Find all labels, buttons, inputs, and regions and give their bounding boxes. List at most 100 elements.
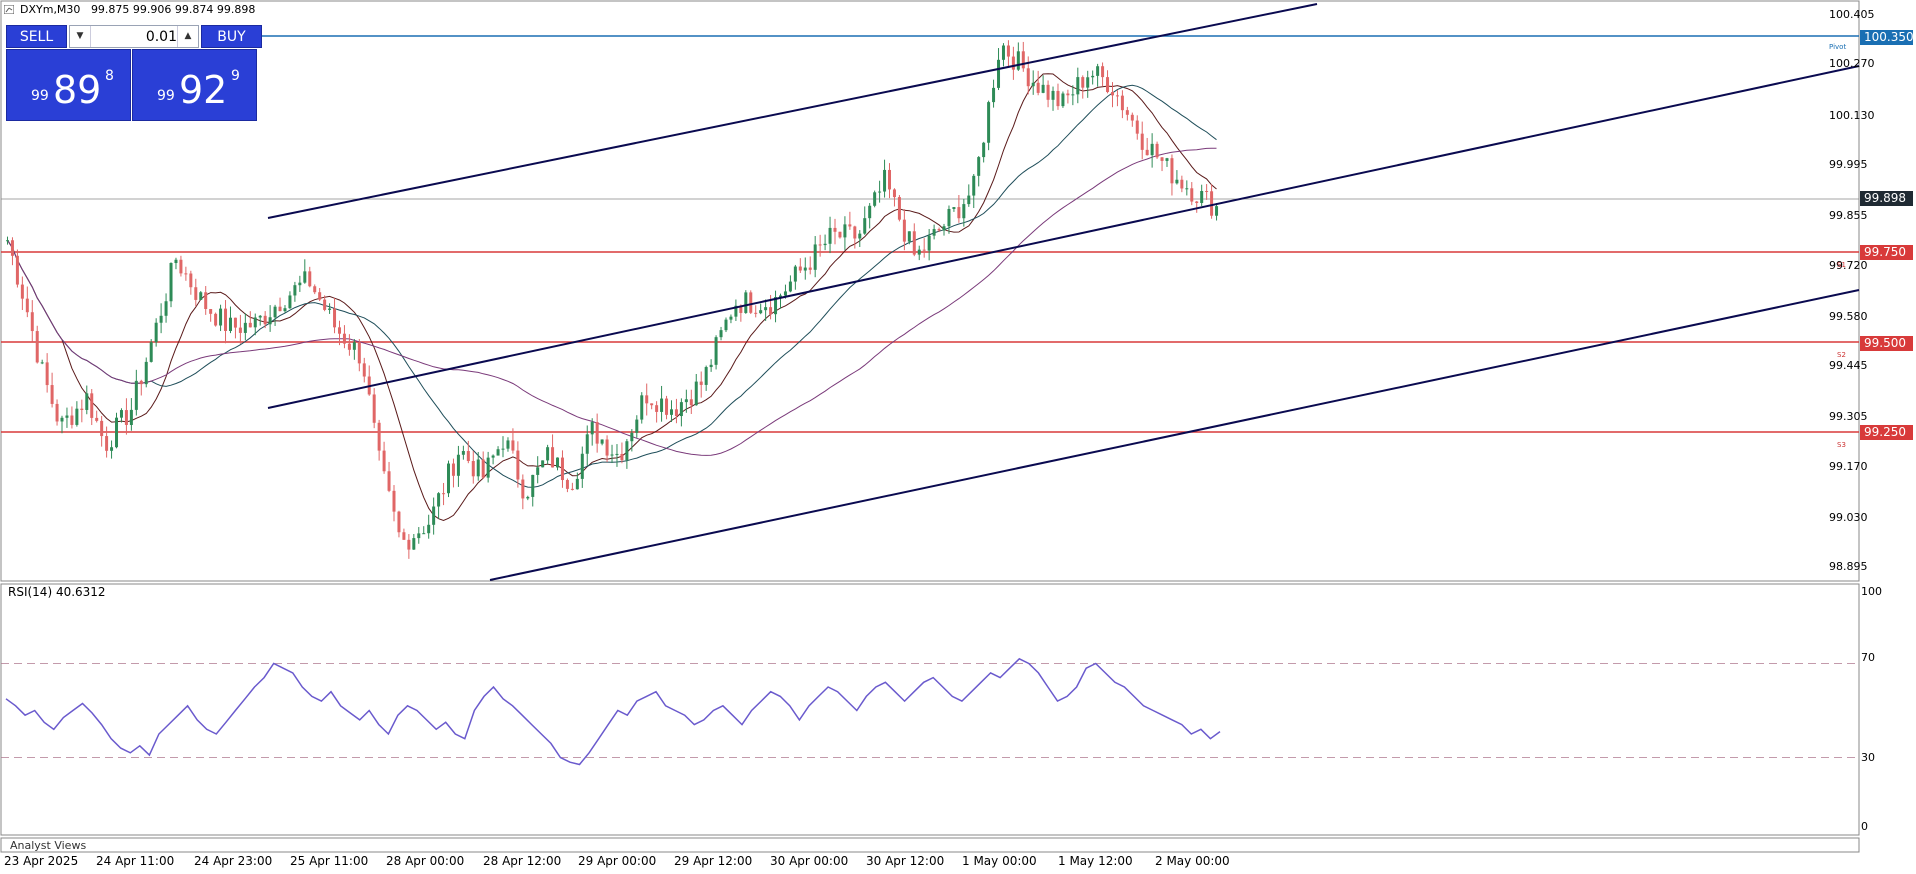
candle-body — [595, 422, 599, 444]
candle-body — [967, 195, 971, 205]
candle-body — [501, 448, 505, 450]
candle-body — [214, 313, 218, 326]
candle-body — [253, 317, 257, 328]
ma-slow-line — [7, 147, 1217, 456]
candle-body — [1165, 158, 1169, 161]
candle-body — [679, 402, 683, 417]
candle-body — [105, 436, 109, 451]
buy-price-button[interactable]: 99 92 9 — [132, 49, 257, 121]
candle-body — [1061, 93, 1065, 107]
candle-body — [179, 259, 183, 274]
sell-price-big: 89 — [53, 68, 102, 112]
candle-body — [942, 226, 946, 231]
sell-price-button[interactable]: 99 89 8 — [6, 49, 131, 121]
candle-body — [541, 460, 545, 468]
candle-body — [387, 471, 391, 491]
pivot-price-tag: 100.350 — [1860, 30, 1914, 45]
level-tag-s2: S2 — [1837, 351, 1846, 359]
level-tag-s3: S3 — [1837, 441, 1846, 449]
candle-body — [798, 266, 802, 271]
channel-lower-line — [489, 289, 1860, 581]
lot-increase-icon[interactable]: ▲ — [177, 26, 198, 47]
candle-body — [169, 263, 173, 302]
candle-body — [189, 273, 193, 288]
time-tick-label: 24 Apr 23:00 — [194, 854, 273, 868]
candle-body — [838, 231, 842, 238]
candle-body — [521, 479, 525, 499]
candle-body — [828, 227, 832, 244]
candle-body — [45, 362, 49, 386]
candle-body — [580, 453, 584, 479]
chart-canvas — [0, 0, 1860, 853]
candle-body — [323, 299, 327, 310]
candle-body — [987, 102, 991, 143]
candle-body — [813, 244, 817, 270]
candle-body — [362, 363, 366, 377]
time-tick-label: 25 Apr 11:00 — [290, 854, 369, 868]
candle-body — [793, 266, 797, 282]
candle-body — [694, 381, 698, 406]
candle-body — [95, 417, 99, 421]
analyst-views-label[interactable]: Analyst Views — [10, 839, 86, 852]
candle-body — [744, 292, 748, 313]
price-tick-label: 99.580 — [1829, 309, 1868, 323]
candle-body — [1051, 90, 1055, 100]
candle-body — [1016, 51, 1020, 70]
candle-body — [471, 461, 475, 477]
candle-body — [650, 403, 654, 406]
candle-body — [907, 231, 911, 242]
candle-body — [466, 451, 470, 462]
candle-body — [1091, 75, 1095, 78]
candle-body — [258, 315, 262, 318]
price-tick-label: 100.405 — [1829, 8, 1875, 22]
candle-body — [1006, 45, 1010, 57]
candle-body — [669, 409, 673, 415]
candle-body — [228, 317, 232, 331]
candle-body — [590, 422, 594, 435]
sell-price-sup: 8 — [105, 68, 114, 84]
candle-body — [417, 533, 421, 539]
candle-body — [1200, 191, 1204, 203]
candle-body — [1195, 201, 1199, 203]
candle-body — [833, 227, 837, 232]
candle-body — [224, 308, 228, 331]
candle-body — [759, 310, 763, 314]
candle-body — [625, 441, 629, 461]
candle-body — [1086, 77, 1090, 88]
candle-body — [526, 496, 530, 499]
buy-button[interactable]: BUY — [201, 25, 262, 48]
candle-body — [149, 342, 153, 362]
price-tick-label: 99.855 — [1829, 209, 1868, 223]
candle-body — [85, 393, 89, 410]
candle-body — [937, 229, 941, 231]
sell-price-prefix: 99 — [31, 88, 49, 104]
candle-body — [1071, 94, 1075, 96]
candle-body — [600, 439, 604, 444]
candle-body — [1135, 120, 1139, 134]
candle-body — [922, 249, 926, 251]
candle-body — [655, 405, 659, 412]
buy-price-big: 92 — [179, 68, 228, 112]
candle-body — [491, 455, 495, 458]
candle-body — [1076, 77, 1080, 95]
candle-body — [382, 450, 386, 472]
candle-body — [1106, 77, 1110, 93]
candle-body — [55, 403, 59, 422]
candle-body — [1175, 179, 1179, 184]
candle-body — [164, 301, 168, 316]
lot-size-input[interactable] — [91, 27, 179, 46]
candle-body — [412, 538, 416, 550]
chart-icon — [4, 5, 14, 14]
lot-size-control: ▼ ▲ — [69, 25, 199, 48]
candle-body — [1041, 84, 1045, 93]
candle-body — [427, 524, 431, 534]
price-tick-label: 99.445 — [1829, 359, 1868, 373]
candle-body — [25, 298, 29, 313]
current-price-tag: 99.898 — [1860, 191, 1913, 206]
candle-body — [248, 322, 252, 328]
candle-body — [610, 454, 614, 456]
lot-decrease-icon[interactable]: ▼ — [70, 26, 91, 47]
candle-body — [531, 474, 535, 497]
candle-body — [883, 169, 887, 192]
sell-button[interactable]: SELL — [6, 25, 67, 48]
